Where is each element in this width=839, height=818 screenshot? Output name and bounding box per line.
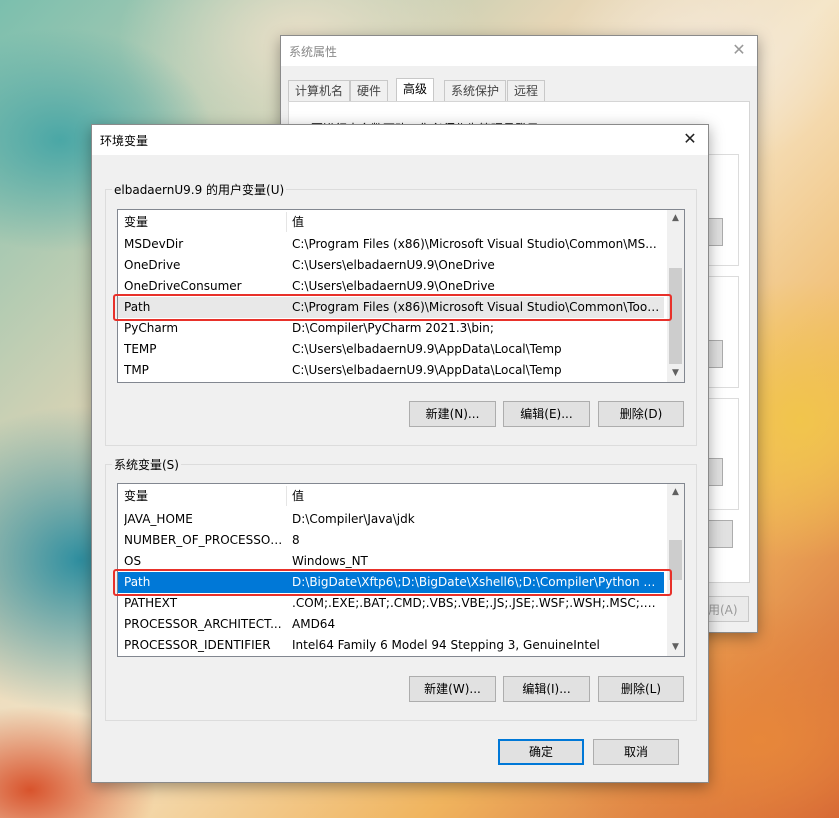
tab-advanced[interactable]: 高级 xyxy=(396,78,435,102)
environment-variables-dialog: 环境变量 ✕ elbadaernU9.9 的用户变量(U) 变量 值 MSDev… xyxy=(91,124,709,783)
column-header-value[interactable]: 值 xyxy=(286,210,666,234)
user-list-scrollbar[interactable]: ▲ ▼ xyxy=(667,210,684,382)
scroll-down-icon[interactable]: ▼ xyxy=(667,639,684,656)
user-var-row[interactable]: PyCharm D:\Compiler\PyCharm 2021.3\bin; xyxy=(118,318,664,339)
var-value: D:\Compiler\PyCharm 2021.3\bin; xyxy=(292,321,494,335)
system-var-row[interactable]: OS Windows_NT xyxy=(118,551,664,572)
column-header-name[interactable]: 变量 xyxy=(118,484,286,508)
system-var-row[interactable]: JAVA_HOME D:\Compiler\Java\jdk xyxy=(118,509,664,530)
scroll-down-icon[interactable]: ▼ xyxy=(667,365,684,382)
var-value: Windows_NT xyxy=(292,554,368,568)
user-variables-list[interactable]: 变量 值 MSDevDir C:\Program Files (x86)\Micr… xyxy=(117,209,685,383)
var-value: C:\Users\elbadaernU9.9\OneDrive xyxy=(292,258,495,272)
system-delete-button[interactable]: 删除(L) xyxy=(598,676,684,702)
var-name: PROCESSOR_ARCHITECT... xyxy=(124,617,282,631)
var-value: .COM;.EXE;.BAT;.CMD;.VBS;.VBE;.JS;.JSE;.… xyxy=(292,596,660,610)
user-var-row[interactable]: TMP C:\Users\elbadaernU9.9\AppData\Local\… xyxy=(118,360,664,381)
var-name: Path xyxy=(124,300,151,314)
close-icon[interactable]: ✕ xyxy=(680,129,700,149)
var-value: Intel64 Family 6 Model 94 Stepping 3, Ge… xyxy=(292,638,600,652)
user-var-row[interactable]: TEMP C:\Users\elbadaernU9.9\AppData\Local… xyxy=(118,339,664,360)
tab-hardware[interactable]: 硬件 xyxy=(350,80,389,101)
var-name: PyCharm xyxy=(124,321,179,335)
var-value: C:\Users\elbadaernU9.9\AppData\Local\Tem… xyxy=(292,342,562,356)
system-list-scrollbar[interactable]: ▲ ▼ xyxy=(667,484,684,656)
scrollbar-thumb[interactable] xyxy=(669,268,682,364)
system-var-row[interactable]: PROCESSOR_ARCHITECT... AMD64 xyxy=(118,614,664,635)
system-properties-title: 系统属性 xyxy=(289,45,338,59)
system-edit-button[interactable]: 编辑(I)... xyxy=(503,676,590,702)
user-variables-label: elbadaernU9.9 的用户变量(U) xyxy=(112,181,287,198)
var-name: OneDriveConsumer xyxy=(124,279,242,293)
system-var-row[interactable]: PROCESSOR_IDENTIFIER Intel64 Family 6 Mod… xyxy=(118,635,664,656)
column-header-value[interactable]: 值 xyxy=(286,484,666,508)
system-variables-label: 系统变量(S) xyxy=(112,456,181,473)
var-name: MSDevDir xyxy=(124,237,184,251)
var-value: AMD64 xyxy=(292,617,336,631)
var-value: C:\Program Files (x86)\Microsoft Visual … xyxy=(292,237,657,251)
var-value: C:\Users\elbadaernU9.9\AppData\Local\Tem… xyxy=(292,363,562,377)
system-new-button[interactable]: 新建(W)... xyxy=(409,676,496,702)
var-name: Path xyxy=(124,575,151,589)
scroll-up-icon[interactable]: ▲ xyxy=(667,210,684,227)
user-new-button[interactable]: 新建(N)... xyxy=(409,401,496,427)
var-name: NUMBER_OF_PROCESSORS xyxy=(124,533,284,547)
user-var-row[interactable]: OneDriveConsumer C:\Users\elbadaernU9.9\O… xyxy=(118,276,664,297)
env-title: 环境变量 xyxy=(100,134,149,148)
var-name: TMP xyxy=(124,363,149,377)
var-name: JAVA_HOME xyxy=(124,512,193,526)
var-value: D:\BigDate\Xftp6\;D:\BigDate\Xshell6\;D:… xyxy=(292,575,660,589)
var-name: OneDrive xyxy=(124,258,181,272)
tab-system-protection[interactable]: 系统保护 xyxy=(444,80,507,101)
list-header: 变量 值 xyxy=(118,484,684,508)
env-titlebar[interactable]: 环境变量 ✕ xyxy=(92,125,708,155)
scroll-up-icon[interactable]: ▲ xyxy=(667,484,684,501)
column-header-name[interactable]: 变量 xyxy=(118,210,286,234)
system-var-row[interactable]: PATHEXT .COM;.EXE;.BAT;.CMD;.VBS;.VBE;.JS… xyxy=(118,593,664,614)
var-value: D:\Compiler\Java\jdk xyxy=(292,512,415,526)
user-var-row-path[interactable]: Path C:\Program Files (x86)\Microsoft Vis… xyxy=(118,297,664,318)
user-edit-button[interactable]: 编辑(E)... xyxy=(503,401,590,427)
var-name: PATHEXT xyxy=(124,596,178,610)
var-name: OS xyxy=(124,554,142,568)
var-value: C:\Users\elbadaernU9.9\OneDrive xyxy=(292,279,495,293)
scrollbar-thumb[interactable] xyxy=(669,540,682,580)
tab-computer-name[interactable]: 计算机名 xyxy=(288,80,351,101)
list-header: 变量 值 xyxy=(118,210,684,234)
var-value: 8 xyxy=(292,533,300,547)
system-var-row[interactable]: NUMBER_OF_PROCESSORS 8 xyxy=(118,530,664,551)
var-value: C:\Program Files (x86)\Microsoft Visual … xyxy=(292,300,660,314)
var-name: PROCESSOR_IDENTIFIER xyxy=(124,638,271,652)
system-var-row-path[interactable]: Path D:\BigDate\Xftp6\;D:\BigDate\Xshell6… xyxy=(118,572,664,593)
tab-remote[interactable]: 远程 xyxy=(507,80,546,101)
user-var-row[interactable]: OneDrive C:\Users\elbadaernU9.9\OneDrive xyxy=(118,255,664,276)
system-properties-titlebar[interactable]: 系统属性 ✕ xyxy=(281,36,757,66)
cancel-button[interactable]: 取消 xyxy=(593,739,679,765)
user-var-row[interactable]: MSDevDir C:\Program Files (x86)\Microsoft… xyxy=(118,234,664,255)
system-variables-list[interactable]: 变量 值 JAVA_HOME D:\Compiler\Java\jdk NUMBE… xyxy=(117,483,685,657)
ok-button[interactable]: 确定 xyxy=(498,739,584,765)
close-icon[interactable]: ✕ xyxy=(729,40,749,60)
user-delete-button[interactable]: 删除(D) xyxy=(598,401,684,427)
var-name: TEMP xyxy=(124,342,157,356)
